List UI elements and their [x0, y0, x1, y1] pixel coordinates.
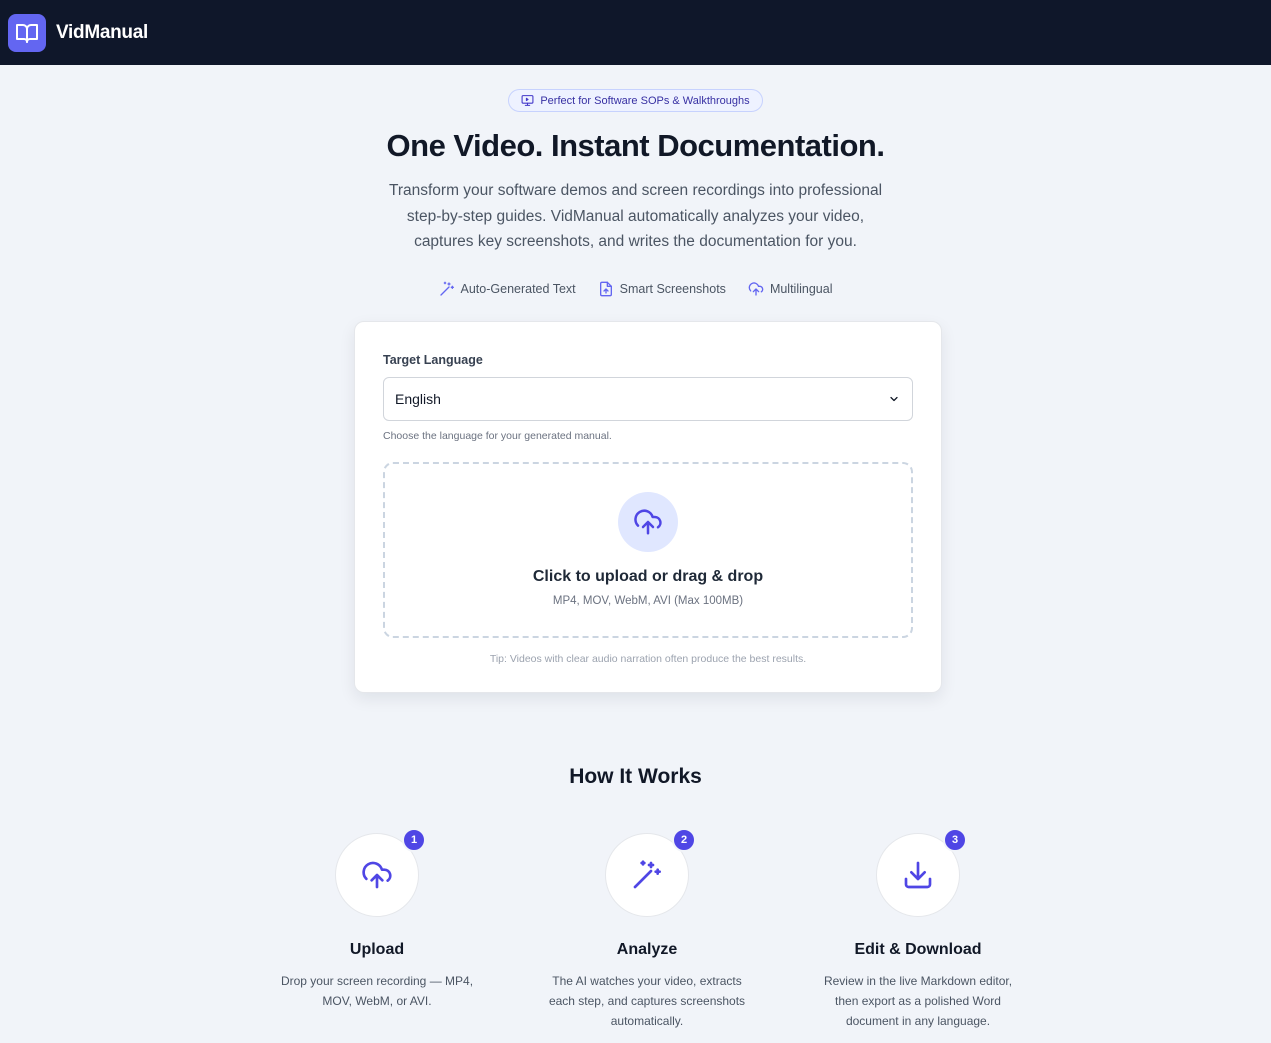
language-select[interactable]: English: [383, 377, 913, 421]
upload-icon-circle: [618, 492, 678, 552]
cloud-upload-icon: [748, 281, 764, 296]
download-icon: [904, 861, 932, 889]
step-description: The AI watches your video, extracts each…: [548, 974, 746, 1028]
feature-auto-text: Auto-Generated Text: [439, 281, 576, 297]
step-title: Upload: [349, 941, 405, 958]
use-case-badge: Perfect for Software SOPs & Walkthroughs: [508, 89, 763, 112]
step-icon-circle: 1: [335, 828, 426, 917]
badge-text: Perfect for Software SOPs & Walkthroughs: [540, 94, 750, 107]
step-number-badge: 1: [402, 828, 426, 852]
chevron-down-icon: [890, 396, 898, 402]
file-upload-icon: [599, 281, 612, 296]
feature-multilingual: Multilingual: [748, 281, 832, 297]
language-label: Target Language: [383, 353, 483, 367]
steps-list: 1 Upload Drop your screen recording — MP…: [0, 828, 1271, 1043]
magic-wand-icon: [439, 281, 454, 296]
feature-list: Auto-Generated Text Smart Screenshots Mu…: [0, 281, 1271, 297]
upload-tip: Tip: Videos with clear audio narration o…: [489, 653, 807, 665]
step-upload: 1 Upload Drop your screen recording — MP…: [257, 828, 497, 1011]
step-icon-circle: 3: [876, 828, 967, 917]
magic-wand-icon: [633, 860, 661, 889]
step-number-badge: 3: [943, 828, 967, 852]
step-number-badge: 2: [672, 828, 696, 852]
app-name[interactable]: VidManual: [56, 22, 148, 44]
step-icon-circle: 2: [605, 828, 696, 917]
cloud-upload-icon: [634, 509, 662, 535]
monitor-icon: [521, 95, 534, 106]
step-analyze: 2 Analyze The AI watches your video, ext…: [527, 828, 767, 1031]
how-it-works-section: How It Works: [0, 765, 1271, 789]
language-help-text: Choose the language for your generated m…: [383, 430, 612, 442]
upload-title: Click to upload or drag & drop: [532, 568, 764, 585]
cloud-upload-icon: [362, 861, 392, 889]
feature-screenshots: Smart Screenshots: [598, 281, 726, 297]
hero-section: Perfect for Software SOPs & Walkthroughs…: [0, 65, 1271, 297]
upload-card: Target Language English Choose the langu…: [354, 321, 942, 693]
page-subtitle: Transform your software demos and screen…: [388, 182, 883, 250]
upload-formats: MP4, MOV, WebM, AVI (Max 100MB): [552, 595, 744, 607]
step-description: Review in the live Markdown editor, then…: [823, 974, 1013, 1028]
step-edit-download: 3 Edit & Download Review in the live Mar…: [798, 828, 1038, 1031]
top-navbar: VidManual: [0, 0, 1271, 65]
video-dropzone[interactable]: Click to upload or drag & drop MP4, MOV,…: [383, 462, 913, 638]
step-title: Analyze: [616, 941, 678, 958]
how-it-works-title: How It Works: [569, 765, 702, 788]
book-open-icon[interactable]: [8, 13, 46, 52]
step-title: Edit & Download: [854, 941, 982, 958]
step-description: Drop your screen recording — MP4, MOV, W…: [280, 974, 474, 1008]
language-select-value: English: [395, 391, 441, 407]
page-title: One Video. Instant Documentation.: [386, 128, 885, 163]
